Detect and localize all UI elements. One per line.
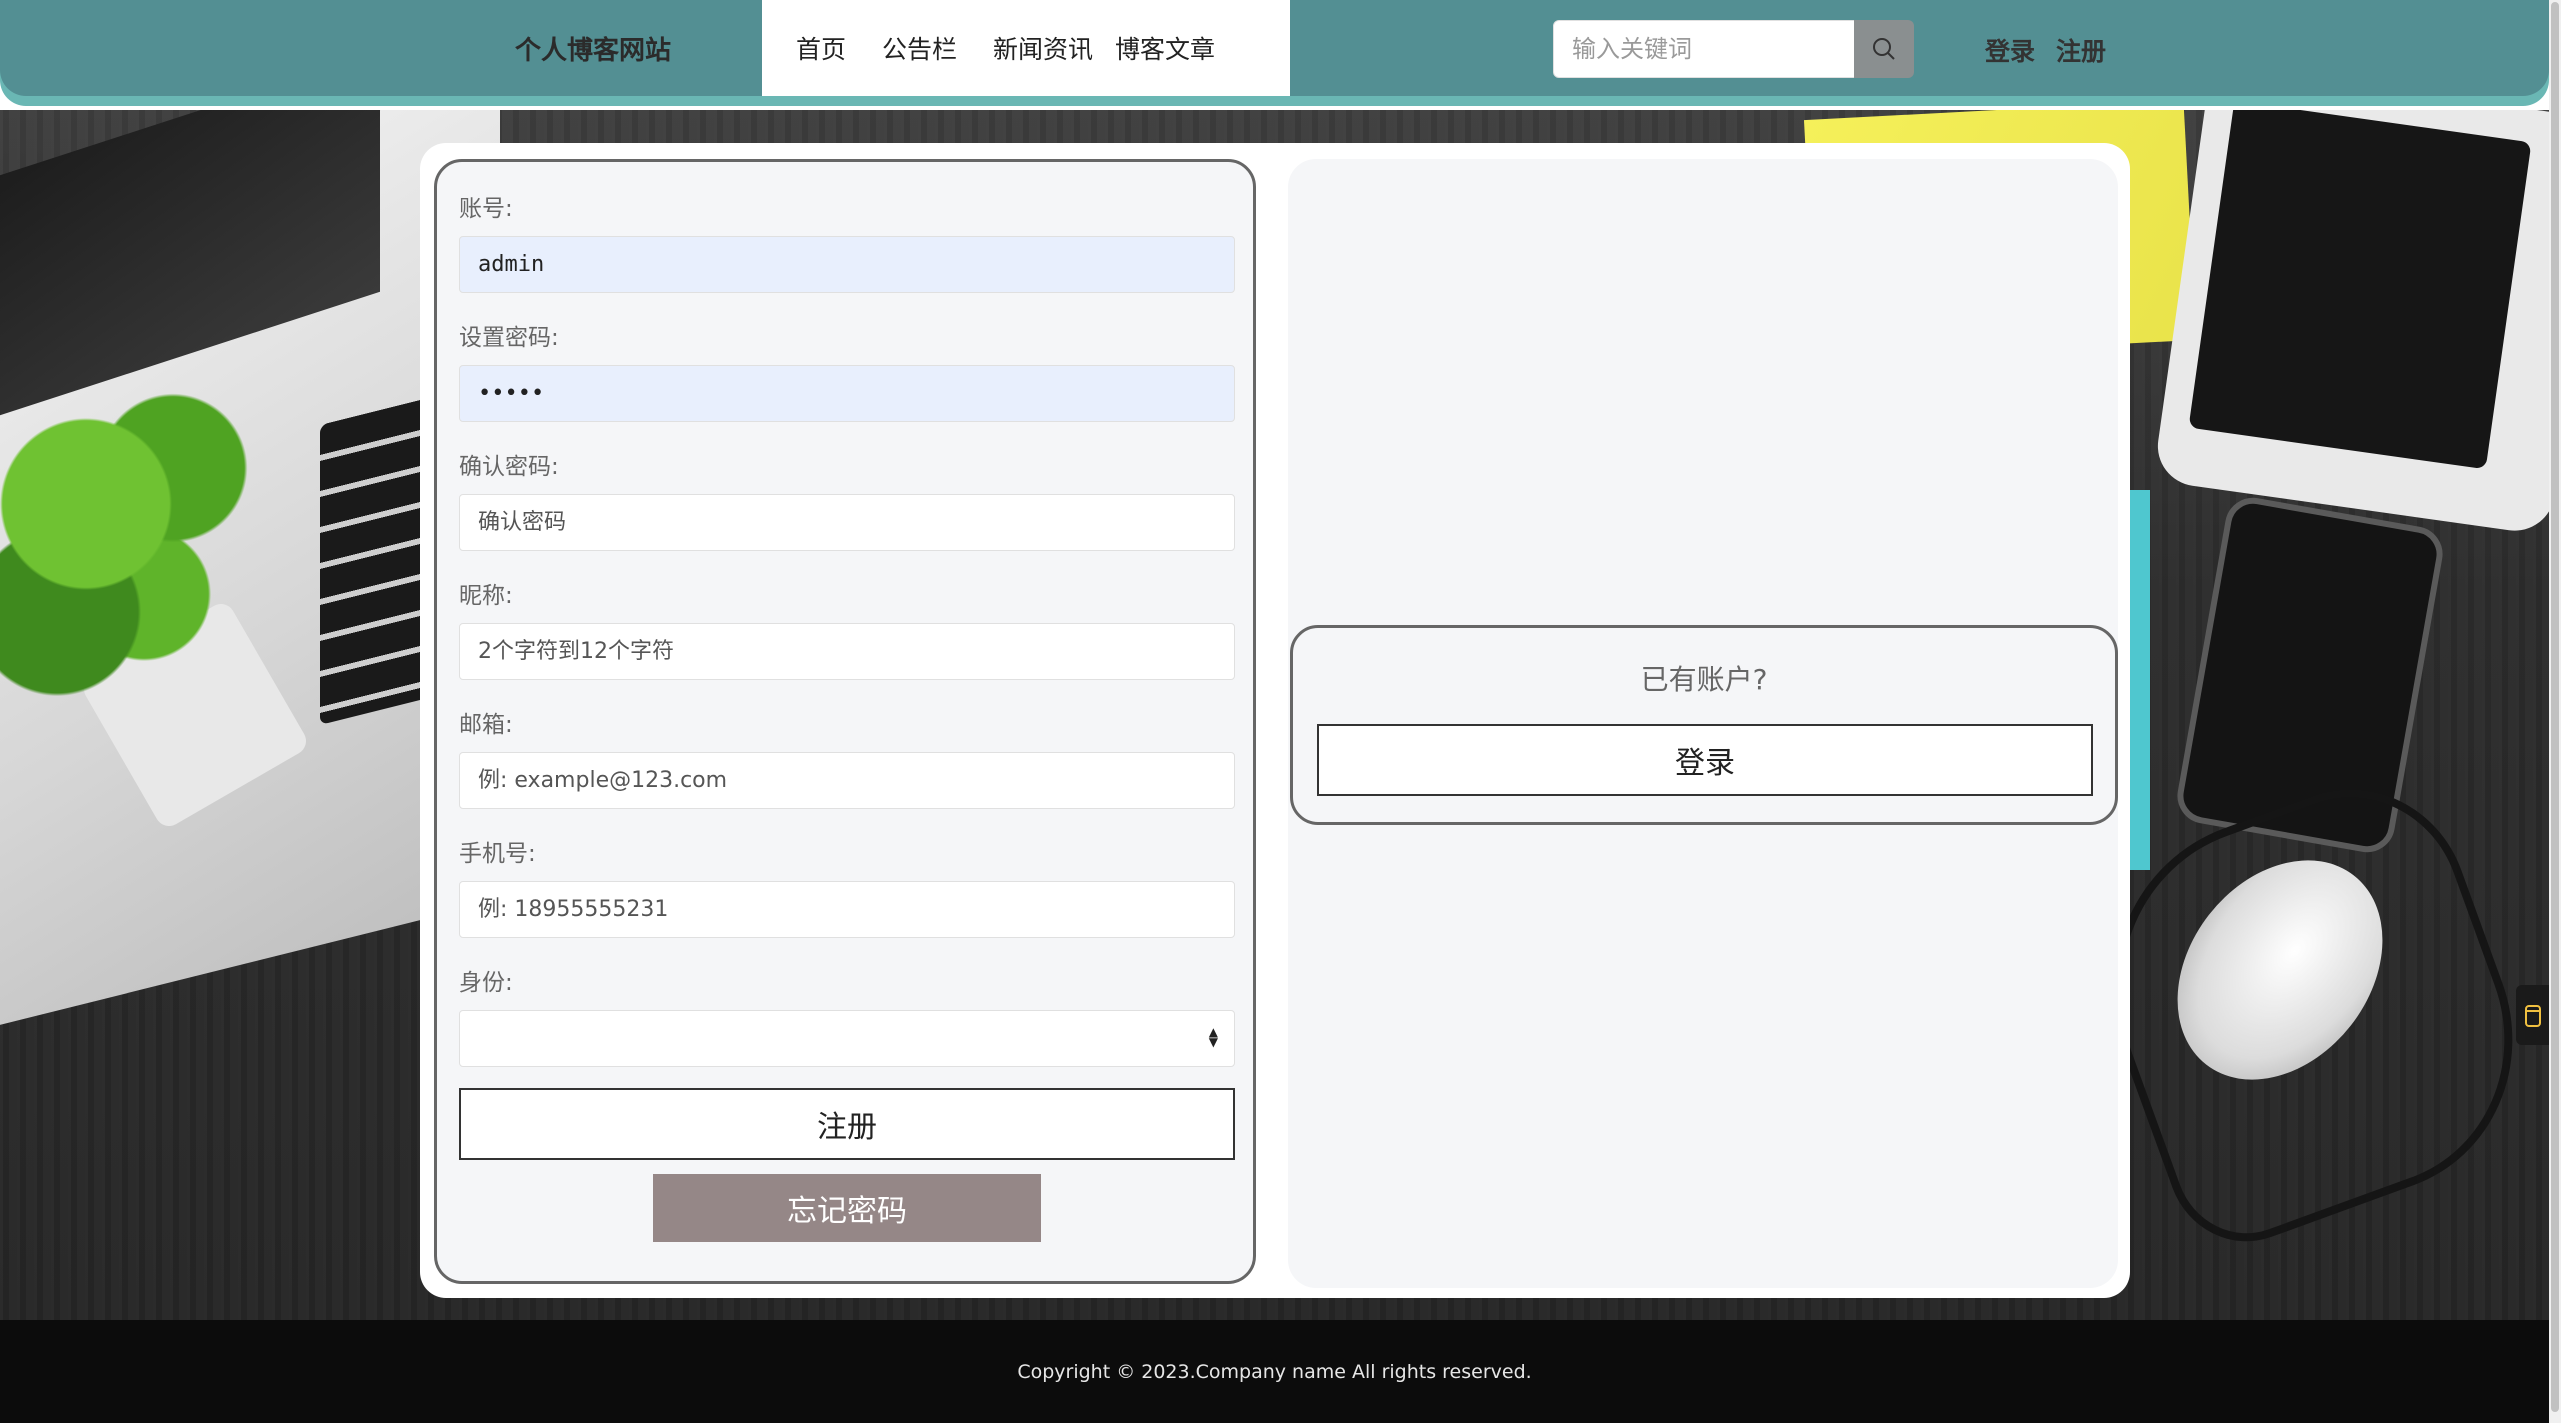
select-arrows-icon: ▲ ▼ [1208, 1025, 1218, 1049]
header-register-link[interactable]: 注册 [2056, 32, 2106, 68]
right-card: 已有账户? 登录 [1288, 159, 2118, 1288]
copyright-text: Copyright © 2023.Company name All rights… [1017, 1360, 1532, 1383]
search-icon [1873, 38, 1895, 60]
forgot-password-button[interactable]: 忘记密码 [653, 1174, 1041, 1242]
password-input[interactable] [459, 365, 1235, 422]
phone-input[interactable] [459, 881, 1235, 938]
nickname-input[interactable] [459, 623, 1235, 680]
nav-item-blog[interactable]: 博客文章 [1115, 30, 1215, 66]
confirm-password-input[interactable] [459, 494, 1235, 551]
nav-item-news[interactable]: 新闻资讯 [993, 30, 1093, 66]
confirm-password-label: 确认密码: [459, 454, 559, 480]
header-login-link[interactable]: 登录 [1985, 32, 2035, 68]
scrollbar-thumb[interactable] [2551, 2, 2559, 1412]
register-button[interactable]: 注册 [459, 1088, 1235, 1160]
account-label: 账号: [459, 196, 513, 222]
footer: Copyright © 2023.Company name All rights… [0, 1320, 2549, 1423]
site-title[interactable]: 个人博客网站 [515, 30, 671, 67]
header-bar: 个人博客网站 首页 公告栏 新闻资讯 博客文章 登录 注册 [0, 0, 2549, 96]
plant-shape [0, 360, 260, 720]
login-panel: 已有账户? 登录 [1290, 625, 2118, 825]
cup-icon [2524, 1005, 2541, 1027]
password-label: 设置密码: [459, 325, 559, 351]
role-label: 身份: [459, 970, 513, 996]
search-input[interactable] [1553, 20, 1855, 78]
have-account-text: 已有账户? [1640, 663, 1768, 696]
main-nav: 首页 公告栏 新闻资讯 博客文章 [762, 0, 1290, 96]
nav-item-bulletin[interactable]: 公告栏 [882, 30, 957, 66]
tablet-screen-shape [2188, 110, 2532, 470]
side-widget-button[interactable] [2516, 985, 2549, 1045]
phone-label: 手机号: [459, 841, 536, 867]
login-button[interactable]: 登录 [1317, 724, 2093, 796]
register-form-card: 账号: 设置密码: 确认密码: 昵称: 邮箱: 手机号: 身份: ▲▼ 注册 忘… [434, 159, 1256, 1284]
main-container: 账号: 设置密码: 确认密码: 昵称: 邮箱: 手机号: 身份: ▲▼ 注册 忘… [420, 143, 2130, 1298]
account-input[interactable] [459, 236, 1235, 293]
role-select[interactable]: ▲ ▼ [459, 1010, 1235, 1067]
email-label: 邮箱: [459, 712, 513, 738]
nickname-label: 昵称: [459, 583, 513, 609]
email-input[interactable] [459, 752, 1235, 809]
search-button[interactable] [1854, 20, 1914, 78]
nav-item-home[interactable]: 首页 [796, 30, 846, 66]
